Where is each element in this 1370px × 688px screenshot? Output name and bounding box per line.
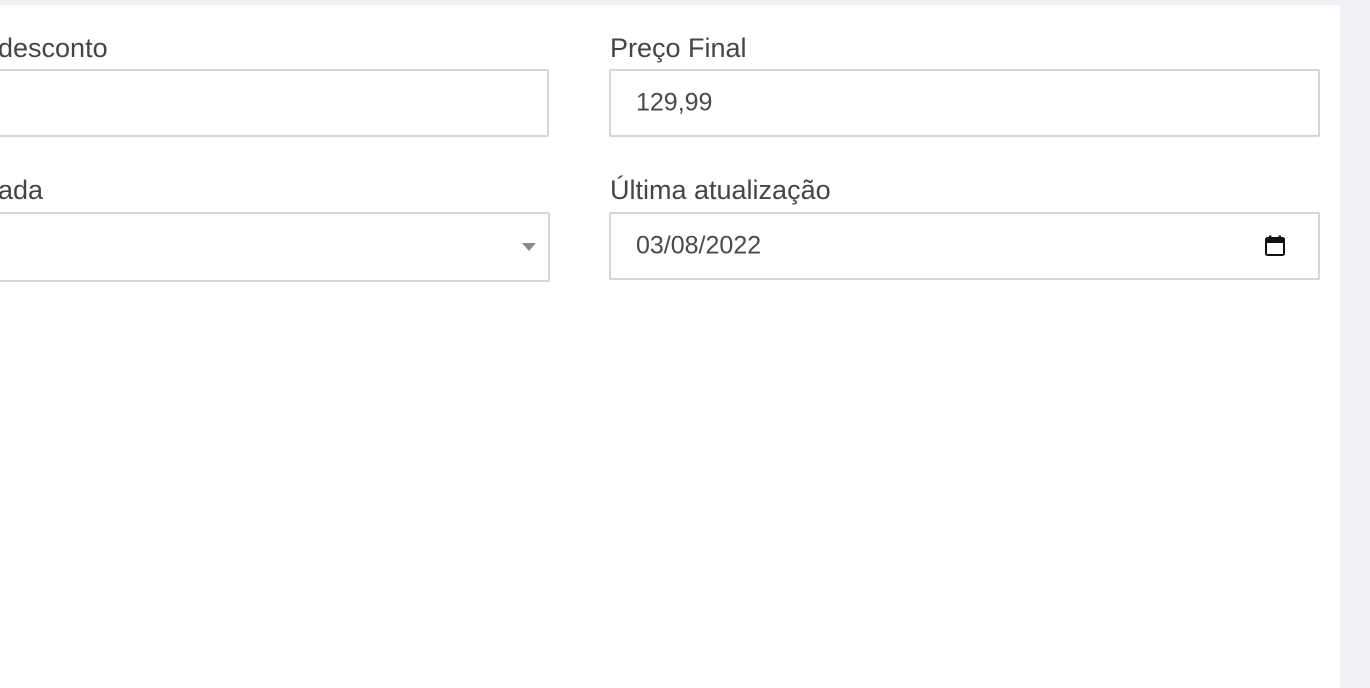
select-label: ada <box>0 175 44 205</box>
last-update-value: 03/08/2022 <box>636 231 762 260</box>
chevron-down-icon <box>522 243 536 251</box>
last-update-label: Última atualização <box>610 175 831 205</box>
right-scroll-gutter <box>1340 0 1370 688</box>
calendar-icon[interactable] <box>1263 234 1287 258</box>
final-price-label: Preço Final <box>610 33 747 63</box>
final-price-value: 129,99 <box>636 88 713 117</box>
discount-label: desconto <box>0 33 108 63</box>
status-select[interactable] <box>0 212 550 282</box>
top-background-strip <box>0 0 1340 5</box>
last-update-date-field[interactable]: 03/08/2022 <box>609 212 1320 280</box>
final-price-field[interactable]: 129,99 <box>609 69 1320 137</box>
discount-field[interactable] <box>0 69 549 137</box>
